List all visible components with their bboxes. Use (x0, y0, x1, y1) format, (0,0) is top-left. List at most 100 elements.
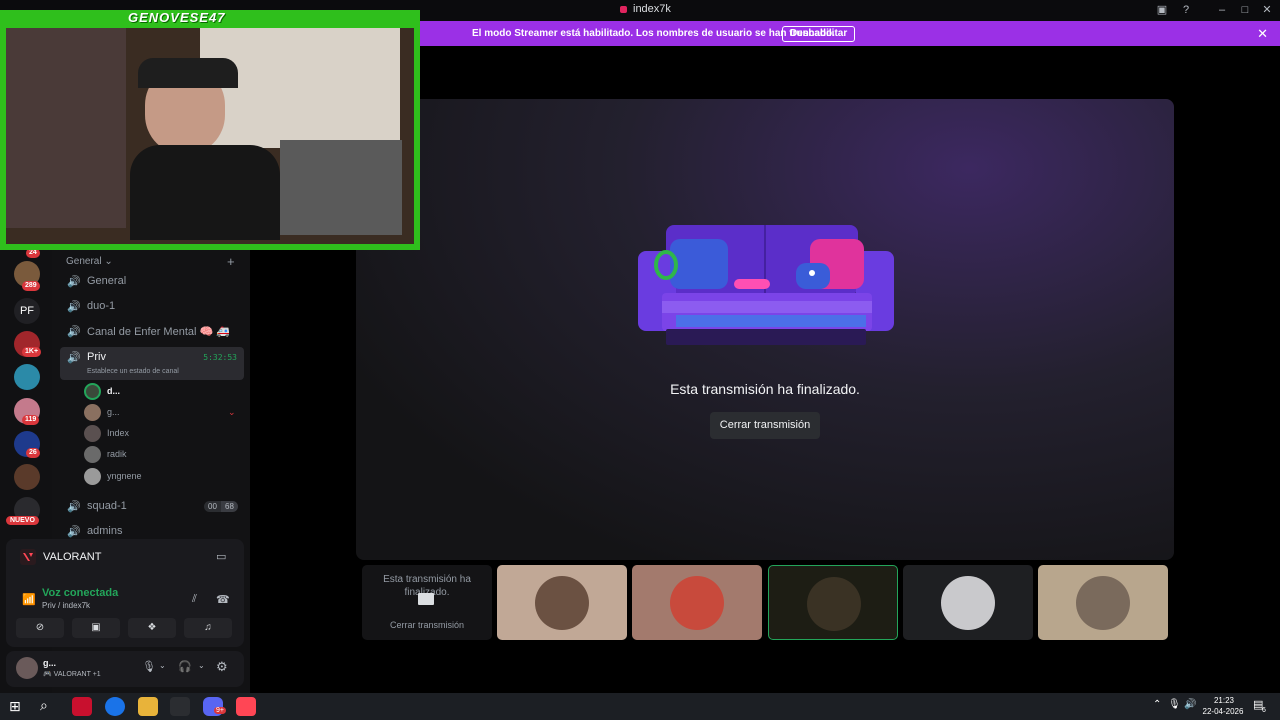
streamer-mode-banner: El modo Streamer está habilitado. Los no… (414, 21, 1280, 46)
member-name: radik (107, 449, 127, 459)
taskbar-date[interactable]: 22-04-2026 (1200, 707, 1246, 716)
channel-name: duo-1 (87, 300, 116, 312)
activity-options-icon[interactable]: ▭ (216, 550, 226, 563)
tile-close-stream-button[interactable]: Cerrar transmisión (362, 620, 492, 630)
speaker-icon: 🔊 (67, 301, 81, 313)
camera-off-button[interactable]: ⊘ (16, 618, 64, 638)
speaker-icon: 🔊 (67, 526, 81, 538)
member-name: g... (107, 407, 120, 417)
voice-channel-general[interactable]: 🔊 General (60, 271, 244, 293)
streamer-name-overlay: GENOVESE47 (128, 10, 226, 25)
obs-icon[interactable] (170, 697, 190, 716)
valorant-taskbar-icon[interactable] (236, 697, 256, 716)
user-activity: 🎮 VALORANT +1 (43, 671, 101, 678)
participant-tile-ended[interactable]: Esta transmisión ha finalizado. Cerrar t… (362, 565, 492, 640)
channel-name: admins (87, 525, 123, 537)
windows-start-icon[interactable]: ⊞ (9, 698, 21, 715)
app-logo-icon (620, 6, 627, 13)
participant-tile[interactable] (903, 565, 1033, 640)
channel-name: General (87, 275, 127, 287)
channel-name: squad-1 (87, 500, 127, 512)
voice-channel-enfer-mental[interactable]: 🔊 Canal de Enfer Mental 🧠 🚑 (60, 321, 244, 343)
streamer-mode-message: El modo Streamer está habilitado. Los no… (472, 28, 835, 39)
avatar (84, 446, 101, 463)
member-name: Index (107, 428, 130, 438)
chrome-icon[interactable] (105, 697, 125, 716)
close-banner-icon[interactable]: ✕ (1257, 26, 1268, 42)
participant-tile[interactable] (497, 565, 627, 640)
voice-channel-duo-1[interactable]: 🔊 duo-1 (60, 296, 244, 318)
avatar (84, 404, 101, 421)
user-bar: g... 🎮 VALORANT +1 🎙 ⌄ 🎧 ⌄ ⚙ (6, 651, 244, 687)
chevron-down-icon[interactable]: ⌄ (228, 407, 236, 418)
chevron-down-icon[interactable]: ⌄ (159, 661, 166, 670)
help-icon[interactable]: ? (1179, 3, 1193, 17)
window-title: index7k (633, 3, 671, 15)
participant-avatar (670, 576, 724, 630)
file-explorer-icon[interactable] (138, 697, 158, 716)
mention-badge: 289 (22, 281, 40, 291)
new-badge: NUEVO (6, 516, 39, 525)
taskbar-time[interactable]: 21:23 (1211, 696, 1237, 705)
notification-count: 6 (1262, 707, 1266, 714)
voice-channel-priv[interactable]: 🔊 Priv Establece un estado de canal 5:32… (60, 347, 244, 380)
participant-avatar (1076, 576, 1130, 630)
server-icon[interactable] (14, 464, 40, 490)
participant-avatar (535, 576, 589, 630)
disconnect-icon[interactable]: ☎ (216, 593, 230, 606)
speaker-icon: 🔊 (67, 352, 81, 364)
volume-icon[interactable]: 🔊 (1184, 699, 1196, 710)
participant-tile-speaking[interactable] (768, 565, 898, 640)
search-icon[interactable]: ⌕ (40, 697, 48, 714)
voice-location[interactable]: Priv / index7k (42, 601, 90, 610)
minimize-icon[interactable]: – (1215, 3, 1229, 17)
server-icon[interactable]: PF (14, 298, 40, 324)
participant-avatar (807, 577, 861, 631)
channel-timer: 5:32:53 (203, 353, 237, 362)
add-channel-icon[interactable]: + (227, 254, 235, 269)
server-initials: PF (19, 305, 35, 317)
voice-connection-panel: VALORANT ▭ 📶 Voz conectada Priv / index7… (6, 539, 244, 647)
mention-badge: 119 (22, 415, 40, 425)
avatar (84, 383, 101, 400)
server-icon[interactable] (14, 364, 40, 390)
close-stream-button[interactable]: Cerrar transmisión (710, 412, 820, 439)
opera-gx-icon[interactable] (72, 697, 92, 716)
user-name[interactable]: g... (43, 658, 56, 668)
participant-tile[interactable] (1038, 565, 1168, 640)
voice-status[interactable]: Voz conectada (42, 587, 118, 599)
disable-streamer-button[interactable]: Deshabilitar (782, 26, 856, 42)
screen-share-button[interactable]: ▣ (72, 618, 120, 638)
close-window-icon[interactable]: ✕ (1260, 3, 1274, 17)
voice-channel-squad-1[interactable]: 🔊 squad-1 00 68 (60, 496, 244, 518)
noise-suppression-icon[interactable]: ⫽ (192, 593, 197, 606)
headphones-icon[interactable]: 🎧 (178, 660, 192, 673)
channel-status[interactable]: Establece un estado de canal (87, 368, 179, 375)
stream-ended-text: Esta transmisión ha finalizado. (670, 381, 860, 397)
microphone-icon[interactable]: 🎙 (142, 660, 156, 673)
user-activity-text: VALORANT +1 (53, 671, 101, 678)
chevron-down-icon[interactable]: ⌄ (198, 661, 205, 670)
user-limit: 68 (221, 501, 238, 512)
tray-chevron-icon[interactable]: ⌃ (1153, 699, 1161, 710)
channel-name: Priv (87, 351, 106, 363)
maximize-icon[interactable]: □ (1238, 3, 1252, 17)
inbox-icon[interactable]: ▣ (1155, 3, 1169, 17)
settings-gear-icon[interactable]: ⚙ (216, 659, 228, 675)
os-taskbar: ⊞ ⌕ 9+ ⌃ 🎙 🔊 21:23 22-04-2026 ▤ 6 (0, 693, 1280, 720)
microphone-tray-icon[interactable]: 🎙 (1168, 699, 1181, 710)
activities-button[interactable]: ❖ (128, 618, 176, 638)
category-general[interactable]: General ⌄ (66, 256, 113, 267)
speaker-icon: 🔊 (67, 326, 81, 338)
webcam-overlay: GENOVESE47 (0, 10, 420, 250)
channel-name: Canal de Enfer Mental 🧠 🚑 (87, 326, 230, 338)
user-avatar[interactable] (16, 657, 38, 679)
user-count: 00 (204, 501, 221, 512)
member-name: yngnene (107, 471, 142, 481)
participant-tile[interactable] (632, 565, 762, 640)
discord-badge: 9+ (214, 707, 226, 714)
soundboard-button[interactable]: ♫ (184, 618, 232, 638)
avatar (84, 425, 101, 442)
category-label: General (66, 256, 102, 267)
avatar (84, 468, 101, 485)
